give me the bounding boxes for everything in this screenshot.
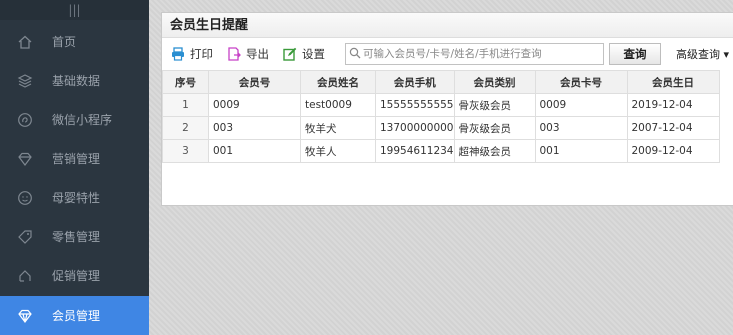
column-header[interactable]: 会员卡号 xyxy=(534,70,628,94)
member-category: 骨灰级会员 xyxy=(453,93,536,117)
member-name: 牧羊人 xyxy=(300,139,376,163)
member-phone: 13700000000 xyxy=(375,116,455,140)
column-header[interactable]: 会员类别 xyxy=(453,70,536,94)
column-header[interactable]: 会员姓名 xyxy=(300,70,376,94)
column-header[interactable]: 会员手机 xyxy=(375,70,455,94)
layers-icon xyxy=(16,72,34,90)
panel-title: 会员生日提醒 xyxy=(162,13,733,38)
print-label: 打印 xyxy=(190,47,213,61)
sidebar-item-maternal-baby[interactable]: 母婴特性 xyxy=(0,178,149,217)
member-name: test0009 xyxy=(300,93,376,117)
table-row[interactable]: 2 003 牧羊犬 13700000000 骨灰级会员 003 2007-12-… xyxy=(162,116,720,140)
tag-icon xyxy=(16,228,34,246)
sidebar-item-label: 母婴特性 xyxy=(52,191,101,205)
diamond-icon xyxy=(16,150,34,168)
sidebar: ||| 首页 基础数据 微信小程序 营销管理 母婴特性 零售管理 促销管理 会员… xyxy=(0,0,149,335)
sidebar-item-label: 首页 xyxy=(52,35,77,49)
search-input[interactable] xyxy=(361,48,603,60)
table-row[interactable]: 3 001 牧羊人 19954611234 超神级会员 001 2009-12-… xyxy=(162,139,720,163)
toolbar: 打印 导出 设置 查询 高级查询 ▾ xyxy=(162,38,733,70)
export-button[interactable]: 导出 xyxy=(227,46,269,62)
sidebar-item-label: 营销管理 xyxy=(52,152,101,166)
table-header-row: 序号 会员号 会员姓名 会员手机 会员类别 会员卡号 会员生日 xyxy=(162,70,720,94)
sidebar-item-label: 基础数据 xyxy=(52,74,101,88)
sidebar-item-marketing[interactable]: 营销管理 xyxy=(0,139,149,178)
sidebar-item-label: 促销管理 xyxy=(52,269,101,283)
wechat-icon xyxy=(16,111,34,129)
column-header[interactable]: 会员生日 xyxy=(626,70,720,94)
sidebar-item-label: 微信小程序 xyxy=(52,113,113,127)
search-icon xyxy=(349,47,361,62)
member-number: 003 xyxy=(208,116,301,140)
column-header[interactable]: 会员号 xyxy=(208,70,301,94)
birthday-reminder-panel: 会员生日提醒 打印 导出 设置 可输入会员号/卡号/姓名/手机进行查询 查询 高… xyxy=(161,12,733,206)
member-birthday: 2019-12-04 xyxy=(626,93,720,117)
member-birthday: 2009-12-04 xyxy=(626,139,720,163)
search-box xyxy=(345,43,604,65)
member-table: 序号 会员号 会员姓名 会员手机 会员类别 会员卡号 会员生日 1 0009 t… xyxy=(162,70,720,163)
row-index: 2 xyxy=(162,116,209,140)
member-number: 0009 xyxy=(208,93,301,117)
member-diamond-icon xyxy=(16,307,34,325)
baby-icon xyxy=(16,189,34,207)
export-icon xyxy=(227,47,241,61)
sidebar-item-wechat-miniprogram[interactable]: 微信小程序 xyxy=(0,100,149,139)
print-button[interactable]: 打印 xyxy=(171,46,213,62)
member-number: 001 xyxy=(208,139,301,163)
member-card-number: 001 xyxy=(534,139,628,163)
member-card-number: 003 xyxy=(534,116,628,140)
sidebar-item-base-data[interactable]: 基础数据 xyxy=(0,61,149,100)
settings-label: 设置 xyxy=(302,47,325,61)
export-label: 导出 xyxy=(246,47,269,61)
settings-button[interactable]: 设置 xyxy=(283,46,325,62)
member-card-number: 0009 xyxy=(534,93,628,117)
menu-bars-icon[interactable]: ||| xyxy=(68,3,80,17)
sidebar-item-promotion[interactable]: 促销管理 xyxy=(0,256,149,295)
edit-settings-icon xyxy=(283,47,297,61)
row-index: 3 xyxy=(162,139,209,163)
query-button[interactable]: 查询 xyxy=(609,43,661,65)
sidebar-item-retail[interactable]: 零售管理 xyxy=(0,217,149,256)
row-index: 1 xyxy=(162,93,209,117)
sidebar-item-label: 零售管理 xyxy=(52,230,101,244)
member-phone: 19954611234 xyxy=(375,139,455,163)
sidebar-item-home[interactable]: 首页 xyxy=(0,22,149,61)
promo-icon xyxy=(16,267,34,285)
advanced-query-dropdown[interactable]: 高级查询 ▾ xyxy=(676,46,729,62)
member-category: 骨灰级会员 xyxy=(453,116,536,140)
sidebar-toggle[interactable]: ||| xyxy=(0,0,149,20)
table-row[interactable]: 1 0009 test0009 15555555555 骨灰级会员 0009 2… xyxy=(162,93,720,117)
printer-icon xyxy=(171,47,185,61)
home-icon xyxy=(16,33,34,51)
member-category: 超神级会员 xyxy=(453,139,536,163)
member-birthday: 2007-12-04 xyxy=(626,116,720,140)
sidebar-item-member[interactable]: 会员管理 xyxy=(0,296,149,335)
main-content: 会员生日提醒 打印 导出 设置 可输入会员号/卡号/姓名/手机进行查询 查询 高… xyxy=(149,0,733,335)
column-header[interactable]: 序号 xyxy=(162,70,209,94)
member-name: 牧羊犬 xyxy=(300,116,376,140)
sidebar-item-label: 会员管理 xyxy=(52,309,101,323)
member-phone: 15555555555 xyxy=(375,93,455,117)
